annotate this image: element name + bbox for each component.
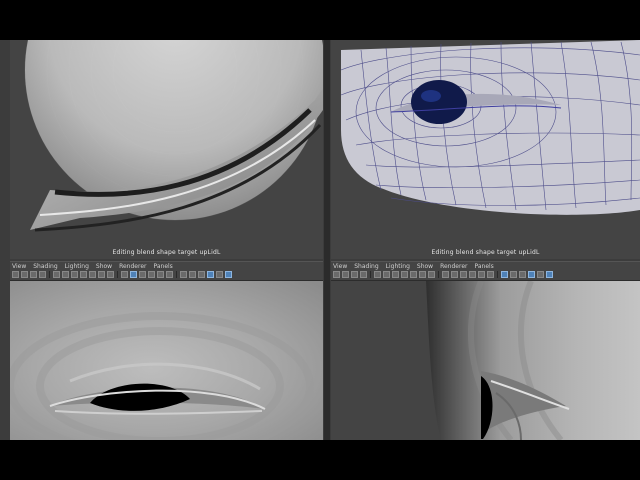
- image-plane-icon[interactable]: [39, 271, 46, 278]
- toolbar-separator: [370, 271, 371, 278]
- resolution-gate-icon[interactable]: [392, 271, 399, 278]
- xray-icon[interactable]: [501, 271, 508, 278]
- toolbar-separator: [117, 271, 118, 278]
- safe-title-icon[interactable]: [428, 271, 435, 278]
- lights-icon[interactable]: [478, 271, 485, 278]
- xray-joints-icon[interactable]: [510, 271, 517, 278]
- viewport-bottom-right[interactable]: [331, 281, 640, 440]
- camera-icon[interactable]: [333, 271, 340, 278]
- xray-joints-icon[interactable]: [189, 271, 196, 278]
- eye-wireframe-mesh: [331, 40, 640, 259]
- viewport-top-right[interactable]: Editing blend shape target upLidL: [331, 40, 640, 259]
- menu-view[interactable]: View: [12, 263, 26, 270]
- panel-toolbar-right: View Shading Lighting Show Renderer Pane…: [331, 261, 640, 281]
- wireframe-icon[interactable]: [121, 271, 128, 278]
- wireframe-on-shaded-icon[interactable]: [139, 271, 146, 278]
- camera-icon[interactable]: [12, 271, 19, 278]
- safe-action-icon[interactable]: [98, 271, 105, 278]
- panel-icon-bar-right: [333, 271, 553, 279]
- menu-shading[interactable]: Shading: [354, 263, 378, 270]
- menu-lighting[interactable]: Lighting: [65, 263, 89, 270]
- menu-shading[interactable]: Shading: [33, 263, 57, 270]
- toolbar-separator: [49, 271, 50, 278]
- panel-menu-bar-right: View Shading Lighting Show Renderer Pane…: [333, 263, 494, 270]
- toolbar-separator: [497, 271, 498, 278]
- high-quality-icon[interactable]: [207, 271, 214, 278]
- bookmark-icon[interactable]: [351, 271, 358, 278]
- viewport-divider-vertical[interactable]: [324, 40, 330, 440]
- image-plane-icon[interactable]: [360, 271, 367, 278]
- isolate-select-icon[interactable]: [198, 271, 205, 278]
- viewport-bottom-left[interactable]: [10, 281, 323, 440]
- multisample-icon[interactable]: [546, 271, 553, 278]
- safe-action-icon[interactable]: [419, 271, 426, 278]
- maya-viewport-layout: Editing blend shape target upLidL Editin…: [0, 40, 640, 440]
- viewport-caption: Editing blend shape target upLidL: [431, 249, 540, 256]
- menu-panels[interactable]: Panels: [153, 263, 172, 270]
- multisample-icon[interactable]: [225, 271, 232, 278]
- eye-shaded-render-side: [331, 281, 640, 440]
- wireframe-icon[interactable]: [442, 271, 449, 278]
- menu-lighting[interactable]: Lighting: [386, 263, 410, 270]
- smooth-shade-icon[interactable]: [451, 271, 458, 278]
- toolbar-separator: [176, 271, 177, 278]
- safe-title-icon[interactable]: [107, 271, 114, 278]
- panel-icon-bar-left: [12, 271, 232, 279]
- field-chart-icon[interactable]: [89, 271, 96, 278]
- panel-toolbar-left: View Shading Lighting Show Renderer Pane…: [10, 261, 323, 281]
- textured-icon[interactable]: [148, 271, 155, 278]
- eye-shaded-render-front: [10, 281, 323, 440]
- lights-icon[interactable]: [157, 271, 164, 278]
- toolbar-separator: [438, 271, 439, 278]
- camera-attributes-icon[interactable]: [342, 271, 349, 278]
- bookmark-icon[interactable]: [30, 271, 37, 278]
- shadows-icon[interactable]: [487, 271, 494, 278]
- xray-icon[interactable]: [180, 271, 187, 278]
- film-gate-icon[interactable]: [383, 271, 390, 278]
- viewport-top-left[interactable]: Editing blend shape target upLidL: [10, 40, 323, 259]
- gate-mask-icon[interactable]: [401, 271, 408, 278]
- high-quality-icon[interactable]: [528, 271, 535, 278]
- smooth-shade-icon[interactable]: [130, 271, 137, 278]
- menu-panels[interactable]: Panels: [474, 263, 493, 270]
- field-chart-icon[interactable]: [410, 271, 417, 278]
- ambient-occlusion-icon[interactable]: [537, 271, 544, 278]
- wireframe-on-shaded-icon[interactable]: [460, 271, 467, 278]
- textured-icon[interactable]: [469, 271, 476, 278]
- menu-view[interactable]: View: [333, 263, 347, 270]
- menu-renderer[interactable]: Renderer: [119, 263, 146, 270]
- eyeball-lid-render: [10, 40, 323, 259]
- ambient-occlusion-icon[interactable]: [216, 271, 223, 278]
- grid-icon[interactable]: [53, 271, 60, 278]
- panel-menu-bar-left: View Shading Lighting Show Renderer Pane…: [12, 263, 173, 270]
- film-gate-icon[interactable]: [62, 271, 69, 278]
- resolution-gate-icon[interactable]: [71, 271, 78, 278]
- camera-attributes-icon[interactable]: [21, 271, 28, 278]
- isolate-select-icon[interactable]: [519, 271, 526, 278]
- shadows-icon[interactable]: [166, 271, 173, 278]
- menu-renderer[interactable]: Renderer: [440, 263, 467, 270]
- viewport-caption: Editing blend shape target upLidL: [112, 249, 221, 256]
- menu-show[interactable]: Show: [417, 263, 433, 270]
- grid-icon[interactable]: [374, 271, 381, 278]
- menu-show[interactable]: Show: [96, 263, 112, 270]
- gate-mask-icon[interactable]: [80, 271, 87, 278]
